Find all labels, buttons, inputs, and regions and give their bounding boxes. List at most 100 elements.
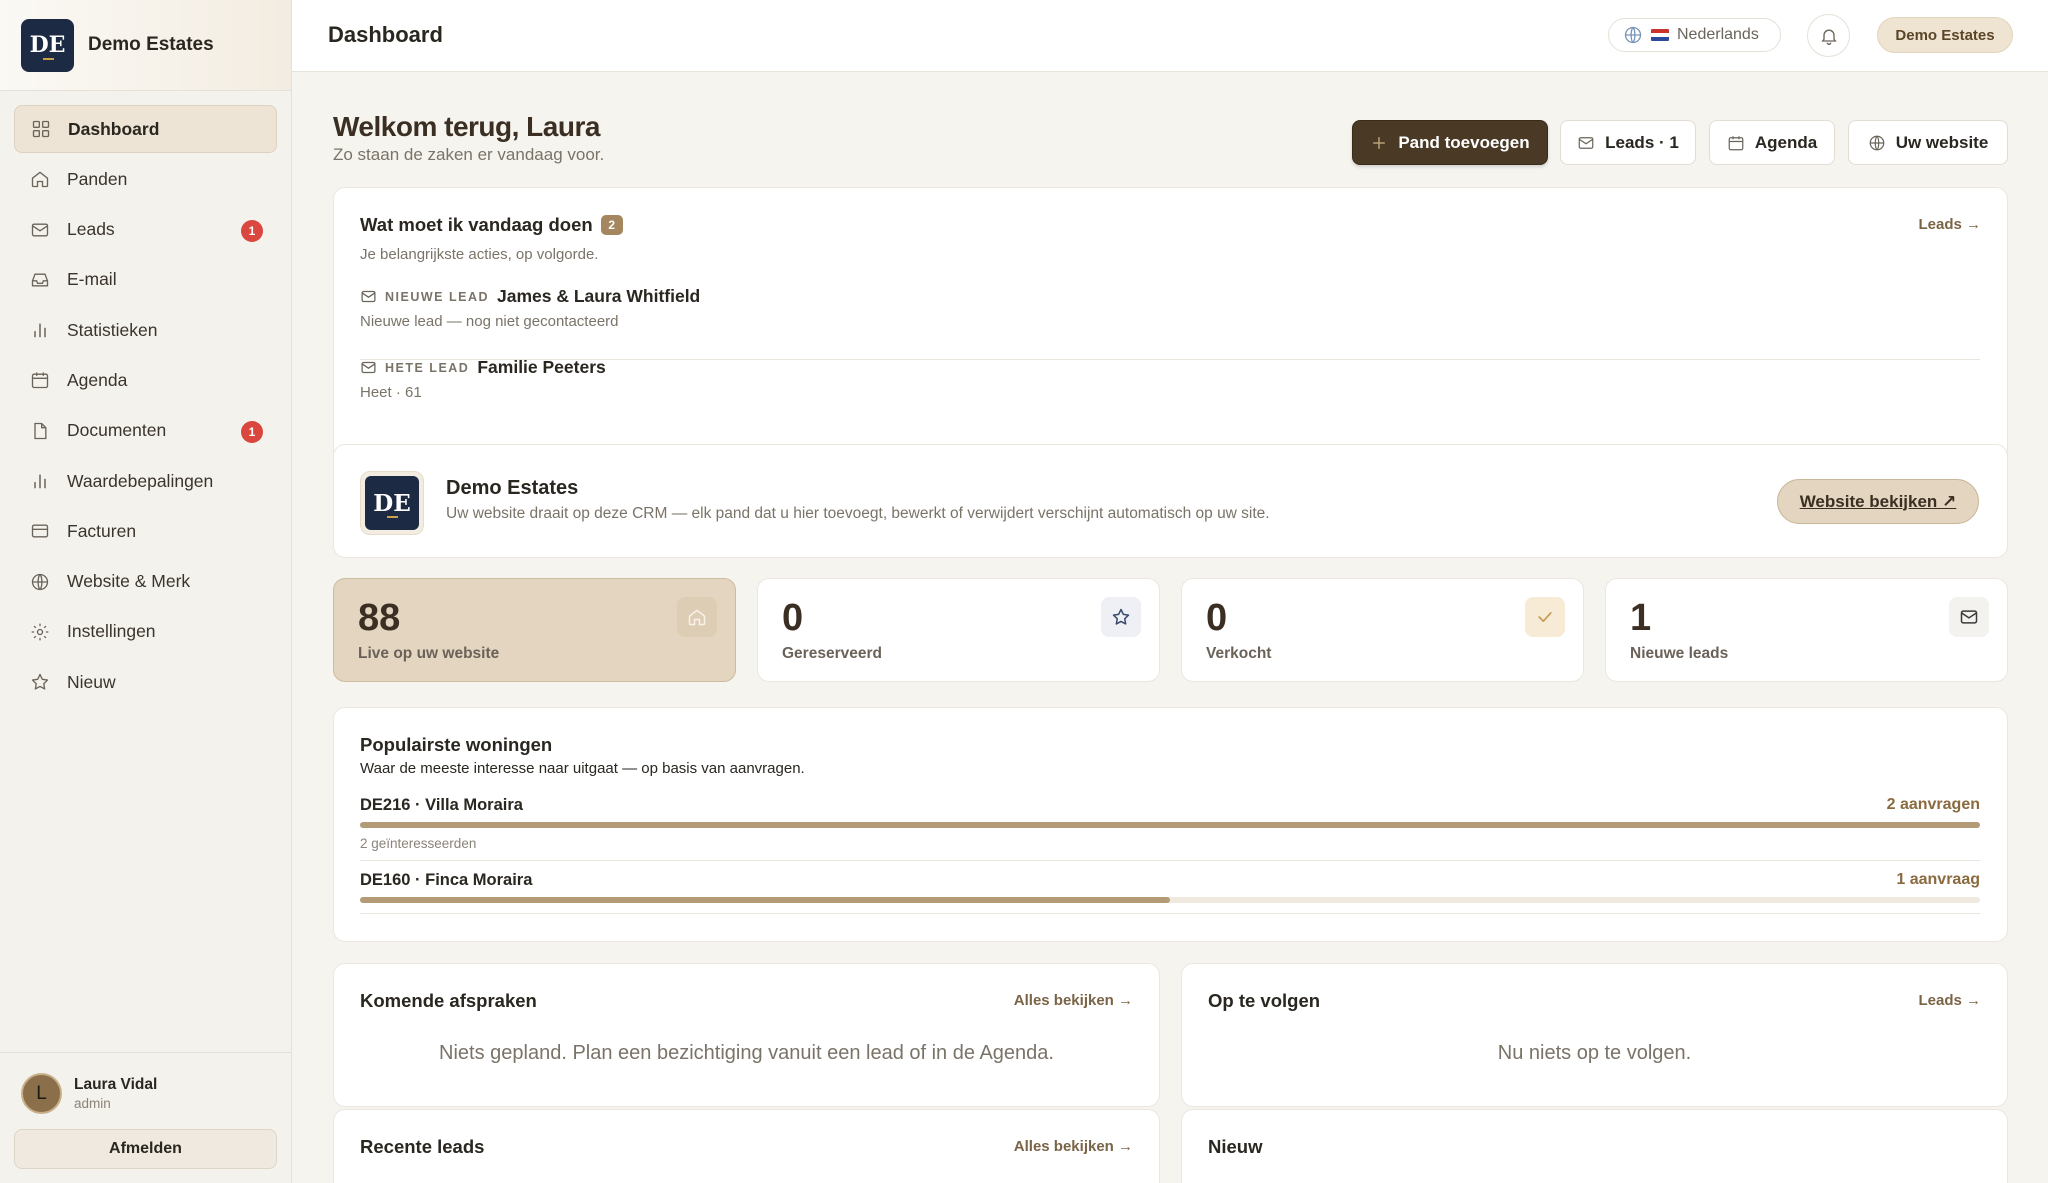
logout-button[interactable]: Afmelden — [14, 1129, 277, 1169]
appointments-view-all-link[interactable]: Alles bekijken → — [1014, 992, 1133, 1009]
leads-button[interactable]: Leads · 1 — [1560, 120, 1696, 165]
sidebar-item-label: Leads — [67, 219, 115, 240]
leads-button-label: Leads · 1 — [1605, 132, 1679, 152]
add-property-label: Pand toevoegen — [1398, 132, 1530, 152]
org-switcher[interactable]: Demo Estates — [1877, 17, 2013, 53]
website-card: DE Demo Estates Uw website draait op dez… — [333, 444, 2008, 558]
globe-icon — [31, 573, 49, 590]
globe-icon — [1624, 26, 1642, 44]
sidebar-item-agenda[interactable]: Agenda — [14, 356, 277, 404]
popular-item-bar — [360, 822, 1980, 828]
followup-title: Op te volgen — [1208, 990, 1321, 1011]
sidebar-item-dashboard[interactable]: Dashboard — [14, 105, 277, 153]
language-selector[interactable]: Nederlands — [1608, 18, 1781, 52]
todo-item-desc: Heet · 61 — [360, 384, 422, 401]
sidebar-item-leads[interactable]: Leads 1 — [14, 206, 277, 254]
brand[interactable]: DE Demo Estates — [0, 0, 291, 91]
mail-icon — [1578, 136, 1594, 149]
todo-subtitle: Je belangrijkste acties, op volgorde. — [360, 246, 599, 263]
todo-item[interactable]: HETE LEAD Familie Peeters Heet · 61 — [360, 357, 606, 401]
top-header: Dashboard Nederlands Demo Estates — [292, 0, 2048, 72]
todo-title-text: Wat moet ik vandaag doen — [360, 214, 593, 235]
bar-chart-icon — [34, 474, 46, 489]
todo-item[interactable]: NIEUWE LEAD James & Laura Whitfield Nieu… — [360, 286, 700, 330]
language-label: Nederlands — [1677, 26, 1759, 43]
stat-value: 1 — [1630, 597, 1652, 639]
brand-name: Demo Estates — [88, 34, 214, 55]
todo-item-name: Familie Peeters — [477, 357, 606, 377]
sidebar-item-panden[interactable]: Panden — [14, 155, 277, 203]
credit-card-icon — [31, 524, 49, 538]
website-button[interactable]: Uw website — [1848, 120, 2008, 165]
mail-icon — [31, 223, 49, 237]
sidebar-item-instellingen[interactable]: Instellingen — [14, 608, 277, 656]
popular-item-count: 2 aanvragen — [1886, 796, 1980, 813]
stat-value: 88 — [358, 597, 401, 639]
sidebar-item-label: Documenten — [67, 420, 167, 441]
sidebar-item-documenten[interactable]: Documenten 1 — [14, 407, 277, 455]
star-icon — [1101, 597, 1141, 637]
sidebar-item-statistieken[interactable]: Statistieken — [14, 306, 277, 354]
plus-icon — [1373, 136, 1386, 149]
popular-item-name: DE216 · Villa Moraira — [360, 796, 523, 814]
followup-leads-link[interactable]: Leads → — [1918, 992, 1981, 1009]
mail-icon — [361, 290, 376, 303]
todo-item-desc: Nieuwe lead — nog niet gecontacteerd — [360, 313, 619, 330]
avatar[interactable]: L — [21, 1073, 62, 1114]
check-icon — [1525, 597, 1565, 637]
grid-icon — [32, 120, 50, 138]
stat-card-reserved[interactable]: 0 Gereserveerd — [757, 578, 1160, 682]
sidebar-item-facturen[interactable]: Facturen — [14, 507, 277, 555]
sidebar-item-label: Facturen — [67, 520, 137, 541]
stat-card-sold[interactable]: 0 Verkocht — [1181, 578, 1584, 682]
todo-item-tag: NIEUWE LEAD — [385, 289, 489, 304]
stat-value: 0 — [782, 597, 804, 639]
popular-item[interactable]: DE216 · Villa Moraira 2 aanvragen 2 geïn… — [360, 796, 1980, 856]
globe-icon — [1869, 135, 1885, 150]
sidebar-nav: Dashboard Panden Leads 1 E-mail Statisti… — [0, 91, 291, 706]
stat-value: 0 — [1206, 597, 1228, 639]
popular-item-name: DE160 · Finca Moraira — [360, 871, 533, 889]
mail-icon — [1949, 597, 1989, 637]
home-icon — [677, 597, 717, 637]
appointments-card: Komende afspraken Alles bekijken → Niets… — [333, 963, 1160, 1107]
recent-leads-title: Recente leads — [360, 1136, 485, 1157]
todo-item-name: James & Laura Whitfield — [497, 286, 701, 306]
page-title: Dashboard — [328, 22, 443, 47]
sidebar-item-email[interactable]: E-mail — [14, 256, 277, 304]
news-title: Nieuw — [1208, 1136, 1263, 1157]
todo-leads-link[interactable]: Leads → — [1918, 216, 1981, 233]
main-content: Welkom terug, Laura Zo staan de zaken er… — [292, 73, 2048, 1183]
appointments-empty: Niets gepland. Plan een bezichtiging van… — [439, 1042, 1054, 1064]
notifications-button[interactable] — [1807, 14, 1850, 57]
stat-card-live[interactable]: 88 Live op uw website — [333, 578, 736, 682]
inbox-icon — [31, 273, 49, 287]
divider — [360, 913, 1980, 914]
add-property-button[interactable]: Pand toevoegen — [1352, 120, 1548, 165]
news-card: Nieuw — [1181, 1109, 2008, 1183]
bar-chart-icon — [34, 323, 46, 338]
site-description: Uw website draait op deze CRM — elk pand… — [446, 505, 1270, 522]
followup-card: Op te volgen Leads → Nu niets op te volg… — [1181, 963, 2008, 1107]
calendar-icon — [1728, 135, 1744, 150]
calendar-icon — [31, 372, 49, 389]
documenten-badge: 1 — [241, 420, 263, 443]
popular-homes-card: Populairste woningen Waar de meeste inte… — [333, 707, 2008, 942]
welcome-subtitle: Zo staan de zaken er vandaag voor. — [333, 145, 605, 164]
sidebar-item-waardebepalingen[interactable]: Waardebepalingen — [14, 457, 277, 505]
recent-leads-view-all-link[interactable]: Alles bekijken → — [1014, 1138, 1133, 1155]
popular-title: Populairste woningen — [360, 734, 553, 755]
home-icon — [31, 171, 49, 188]
popular-item-bar — [360, 897, 1980, 903]
view-website-button[interactable]: Website bekijken ↗ — [1777, 479, 1979, 524]
sidebar-item-nieuw[interactable]: Nieuw — [14, 658, 277, 706]
popular-item-count: 1 aanvraag — [1896, 871, 1980, 888]
sidebar-item-website-merk[interactable]: Website & Merk — [14, 558, 277, 606]
gear-icon — [31, 623, 49, 641]
popular-item[interactable]: DE160 · Finca Moraira 1 aanvraag — [360, 871, 1980, 911]
agenda-button[interactable]: Agenda — [1709, 120, 1835, 165]
popular-subtitle: Waar de meeste interesse naar uitgaat — … — [360, 760, 805, 777]
stat-card-new-leads[interactable]: 1 Nieuwe leads — [1605, 578, 2008, 682]
brand-logo: DE — [21, 18, 74, 72]
divider — [360, 860, 1980, 861]
